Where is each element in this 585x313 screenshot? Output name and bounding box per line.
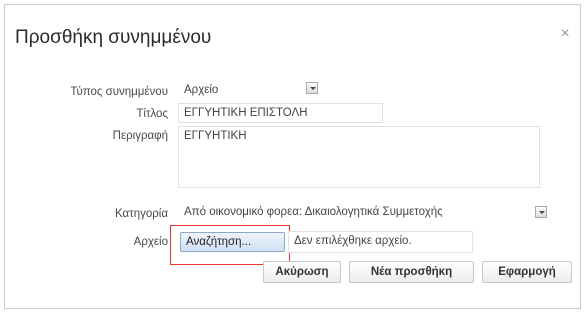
title-input-value: ΕΓΓΥΗΤΙΚΗ ΕΠΙΣΤΟΛΗ (184, 107, 308, 119)
file-status-text: Δεν επιλέχθηκε αρχείο. (294, 235, 412, 247)
close-icon[interactable]: × (558, 26, 572, 42)
apply-button[interactable]: Εφαρμογή (482, 261, 572, 283)
description-label: Περιγραφή (112, 130, 168, 142)
category-select[interactable]: Από οικονομικό φορεα: Δικαιολογητικά Συμ… (178, 202, 526, 224)
title-label: Τίτλος (136, 108, 168, 120)
file-status-field: Δεν επιλέχθηκε αρχείο. (288, 231, 473, 253)
attachment-type-value: Αρχείο (184, 84, 219, 96)
category-label: Κατηγορία (114, 208, 168, 220)
dialog-title: Προσθήκη συνημμένου (15, 27, 212, 48)
description-value: ΕΓΓΥΗΤΙΚΗ (184, 130, 247, 142)
chevron-down-icon[interactable] (306, 82, 318, 94)
attachment-type-label: Τύπος συνημμένου (70, 86, 168, 98)
title-input[interactable]: ΕΓΓΥΗΤΙΚΗ ΕΠΙΣΤΟΛΗ (178, 103, 383, 123)
category-value: Από οικονομικό φορεα: Δικαιολογητικά Συμ… (184, 206, 443, 218)
file-label: Αρχείο (133, 236, 168, 248)
cancel-button[interactable]: Ακύρωση (263, 261, 341, 283)
browse-button[interactable]: Αναζήτηση... (180, 232, 285, 252)
new-addition-button[interactable]: Νέα προσθήκη (349, 261, 474, 283)
chevron-down-icon[interactable] (535, 206, 547, 218)
description-textarea[interactable]: ΕΓΓΥΗΤΙΚΗ (178, 126, 540, 188)
